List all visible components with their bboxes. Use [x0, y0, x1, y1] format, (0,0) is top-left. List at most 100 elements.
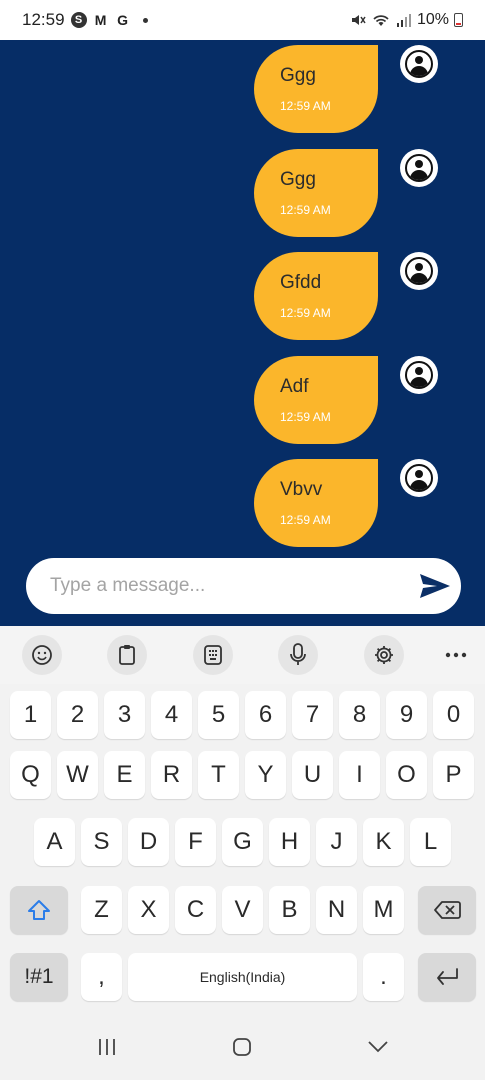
- key-c[interactable]: C: [175, 886, 216, 934]
- key-6[interactable]: 6: [245, 691, 286, 739]
- key-2[interactable]: 2: [57, 691, 98, 739]
- clipboard-icon: [119, 645, 135, 665]
- key-p[interactable]: P: [433, 751, 474, 799]
- key-n[interactable]: N: [316, 886, 357, 934]
- battery-icon: [454, 13, 463, 27]
- keyboard-toolbar: [0, 626, 485, 684]
- status-app-s-icon: S: [70, 12, 87, 28]
- navigation-bar: [0, 1014, 485, 1080]
- key-1[interactable]: 1: [10, 691, 51, 739]
- signal-icon: [396, 14, 411, 27]
- battery-percent: 10%: [416, 11, 449, 28]
- send-button[interactable]: [418, 570, 452, 602]
- message-time: 12:59 AM: [280, 513, 331, 527]
- status-left: 12:59 S M G: [22, 10, 148, 30]
- message-text: Ggg: [280, 169, 316, 190]
- key-e[interactable]: E: [104, 751, 145, 799]
- shift-key[interactable]: [10, 886, 68, 934]
- key-4[interactable]: 4: [151, 691, 192, 739]
- key-r[interactable]: R: [151, 751, 192, 799]
- comma-key[interactable]: ,: [81, 953, 122, 1001]
- key-5[interactable]: 5: [198, 691, 239, 739]
- symbols-key[interactable]: !#1: [10, 953, 68, 1001]
- send-icon: [420, 574, 450, 598]
- message-time: 12:59 AM: [280, 203, 331, 217]
- key-x[interactable]: X: [128, 886, 169, 934]
- key-3[interactable]: 3: [104, 691, 145, 739]
- keypad-button[interactable]: [193, 635, 233, 675]
- status-time: 12:59: [22, 10, 65, 29]
- period-key[interactable]: .: [363, 953, 404, 1001]
- home-button[interactable]: [222, 1032, 262, 1062]
- message-composer: [26, 558, 461, 614]
- mute-icon: [351, 15, 366, 25]
- microphone-button[interactable]: [278, 635, 318, 675]
- key-s[interactable]: S: [81, 818, 122, 866]
- keypad-icon: [204, 645, 222, 665]
- key-f[interactable]: F: [175, 818, 216, 866]
- message-bubble[interactable]: Ggg 12:59 AM: [254, 149, 378, 237]
- message-text: Adf: [280, 376, 309, 397]
- avatar-icon[interactable]: [400, 45, 438, 83]
- key-w[interactable]: W: [57, 751, 98, 799]
- home-icon: [233, 1038, 251, 1056]
- avatar-icon[interactable]: [400, 356, 438, 394]
- clipboard-button[interactable]: [107, 635, 147, 675]
- key-u[interactable]: U: [292, 751, 333, 799]
- key-o[interactable]: O: [386, 751, 427, 799]
- key-0[interactable]: 0: [433, 691, 474, 739]
- message-bubble[interactable]: Vbvv 12:59 AM: [254, 459, 378, 547]
- key-j[interactable]: J: [316, 818, 357, 866]
- key-g[interactable]: G: [222, 818, 263, 866]
- key-9[interactable]: 9: [386, 691, 427, 739]
- message-time: 12:59 AM: [280, 410, 331, 424]
- microphone-icon: [290, 643, 306, 665]
- message-text: Vbvv: [280, 479, 323, 500]
- keyboard: 1 2 3 4 5 6 7 8 9 0 Q W E R T Y U I O P …: [0, 684, 485, 1014]
- key-d[interactable]: D: [128, 818, 169, 866]
- status-app-gmail-icon: M: [94, 12, 107, 28]
- key-l[interactable]: L: [410, 818, 451, 866]
- message-text: Gfdd: [280, 272, 322, 293]
- key-v[interactable]: V: [222, 886, 263, 934]
- backspace-key[interactable]: [418, 886, 476, 934]
- message-bubble[interactable]: Adf 12:59 AM: [254, 356, 378, 444]
- avatar-icon[interactable]: [400, 459, 438, 497]
- back-icon: [368, 1041, 388, 1053]
- message-bubble[interactable]: Gfdd 12:59 AM: [254, 252, 378, 340]
- status-bar: 12:59 S M G 10%: [0, 0, 485, 40]
- avatar-icon[interactable]: [400, 149, 438, 187]
- message-time: 12:59 AM: [280, 306, 331, 320]
- recent-apps-button[interactable]: [87, 1032, 127, 1062]
- key-8[interactable]: 8: [339, 691, 380, 739]
- key-a[interactable]: A: [34, 818, 75, 866]
- back-button[interactable]: [358, 1032, 398, 1062]
- settings-button[interactable]: [364, 635, 404, 675]
- key-7[interactable]: 7: [292, 691, 333, 739]
- key-m[interactable]: M: [363, 886, 404, 934]
- avatar-icon[interactable]: [400, 252, 438, 290]
- key-b[interactable]: B: [269, 886, 310, 934]
- key-i[interactable]: I: [339, 751, 380, 799]
- space-key[interactable]: English(India): [128, 953, 357, 1001]
- status-right: 10%: [350, 11, 463, 29]
- message-input[interactable]: [50, 575, 400, 597]
- key-k[interactable]: K: [363, 818, 404, 866]
- more-icon: [445, 652, 467, 658]
- key-y[interactable]: Y: [245, 751, 286, 799]
- enter-key[interactable]: [418, 953, 476, 1001]
- key-t[interactable]: T: [198, 751, 239, 799]
- settings-icon: [375, 646, 393, 664]
- emoji-button[interactable]: [22, 635, 62, 675]
- enter-icon: [437, 968, 458, 985]
- wifi-icon: [373, 15, 389, 26]
- chat-area[interactable]: Ggg 12:59 AM Ggg 12:59 AM Gfdd 12:59 AM …: [0, 40, 485, 626]
- status-notification-dot: [142, 17, 148, 23]
- more-options-button[interactable]: [436, 635, 476, 675]
- message-bubble[interactable]: Ggg 12:59 AM: [254, 45, 378, 133]
- key-h[interactable]: H: [269, 818, 310, 866]
- key-q[interactable]: Q: [10, 751, 51, 799]
- status-app-google-icon: G: [117, 12, 128, 28]
- key-z[interactable]: Z: [81, 886, 122, 934]
- backspace-icon: [434, 901, 461, 919]
